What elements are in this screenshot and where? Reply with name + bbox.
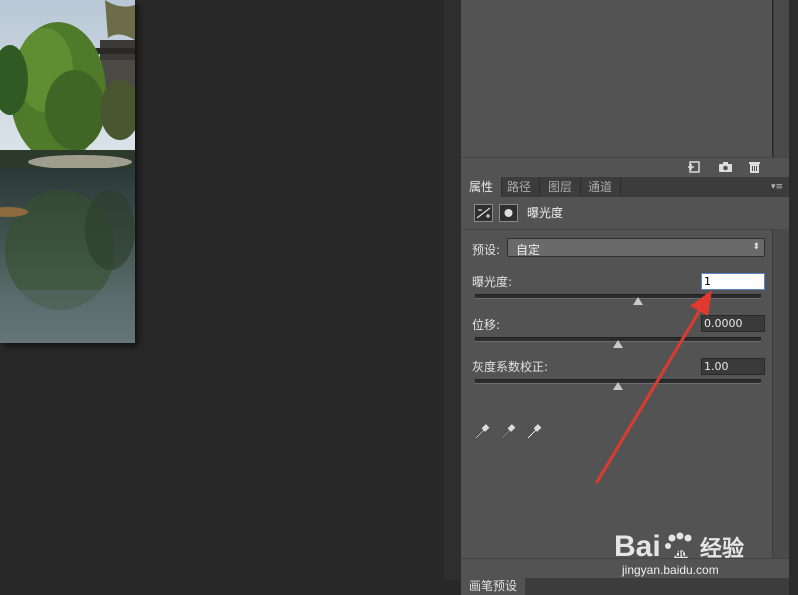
watermark-url: jingyan.baidu.com (621, 563, 719, 577)
baidu-jingyan-watermark: Bai du 经验 jingyan.baidu.com (608, 522, 768, 582)
svg-text:Bai: Bai (614, 530, 661, 563)
annotation-arrow (595, 290, 712, 484)
watermark-brand-suffix: 经验 (700, 536, 744, 562)
svg-text:du: du (675, 549, 687, 560)
